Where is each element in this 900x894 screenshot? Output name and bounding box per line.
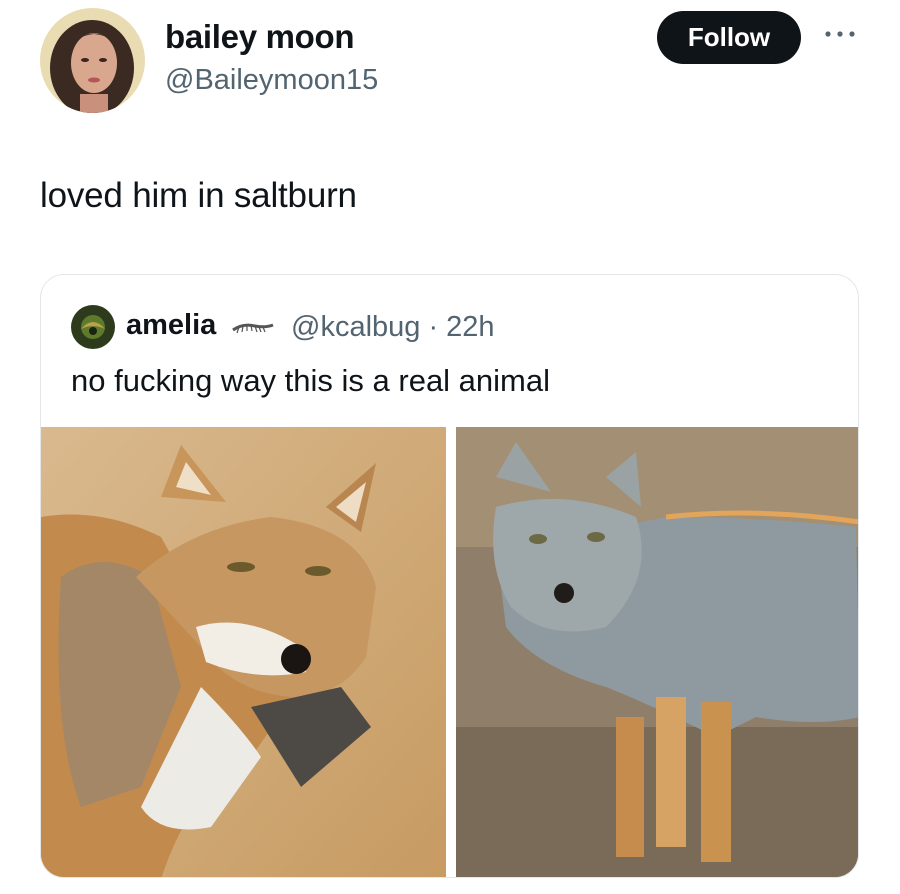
avatar[interactable]	[40, 8, 145, 113]
tweet-text: loved him in saltburn	[40, 176, 357, 215]
tibetan-fox-photo-standing[interactable]	[456, 427, 858, 877]
quoted-display-name[interactable]: amelia	[126, 309, 216, 342]
display-name[interactable]: bailey moon	[165, 18, 355, 56]
quoted-handle-time[interactable]: @kcalbug · 22h	[291, 311, 495, 344]
tibetan-fox-photo-closeup[interactable]	[41, 427, 446, 877]
quoted-avatar[interactable]	[71, 305, 115, 349]
quoted-tweet-text: no fucking way this is a real animal	[71, 363, 551, 398]
quoted-tweet-card[interactable]: amelia @kcalbug · 22h no fucking way thi…	[40, 274, 859, 878]
more-options-icon[interactable]	[822, 24, 858, 44]
follow-button[interactable]: Follow	[657, 11, 801, 64]
user-handle[interactable]: @Baileymoon15	[165, 64, 378, 97]
centipede-emoji-icon	[229, 317, 275, 337]
